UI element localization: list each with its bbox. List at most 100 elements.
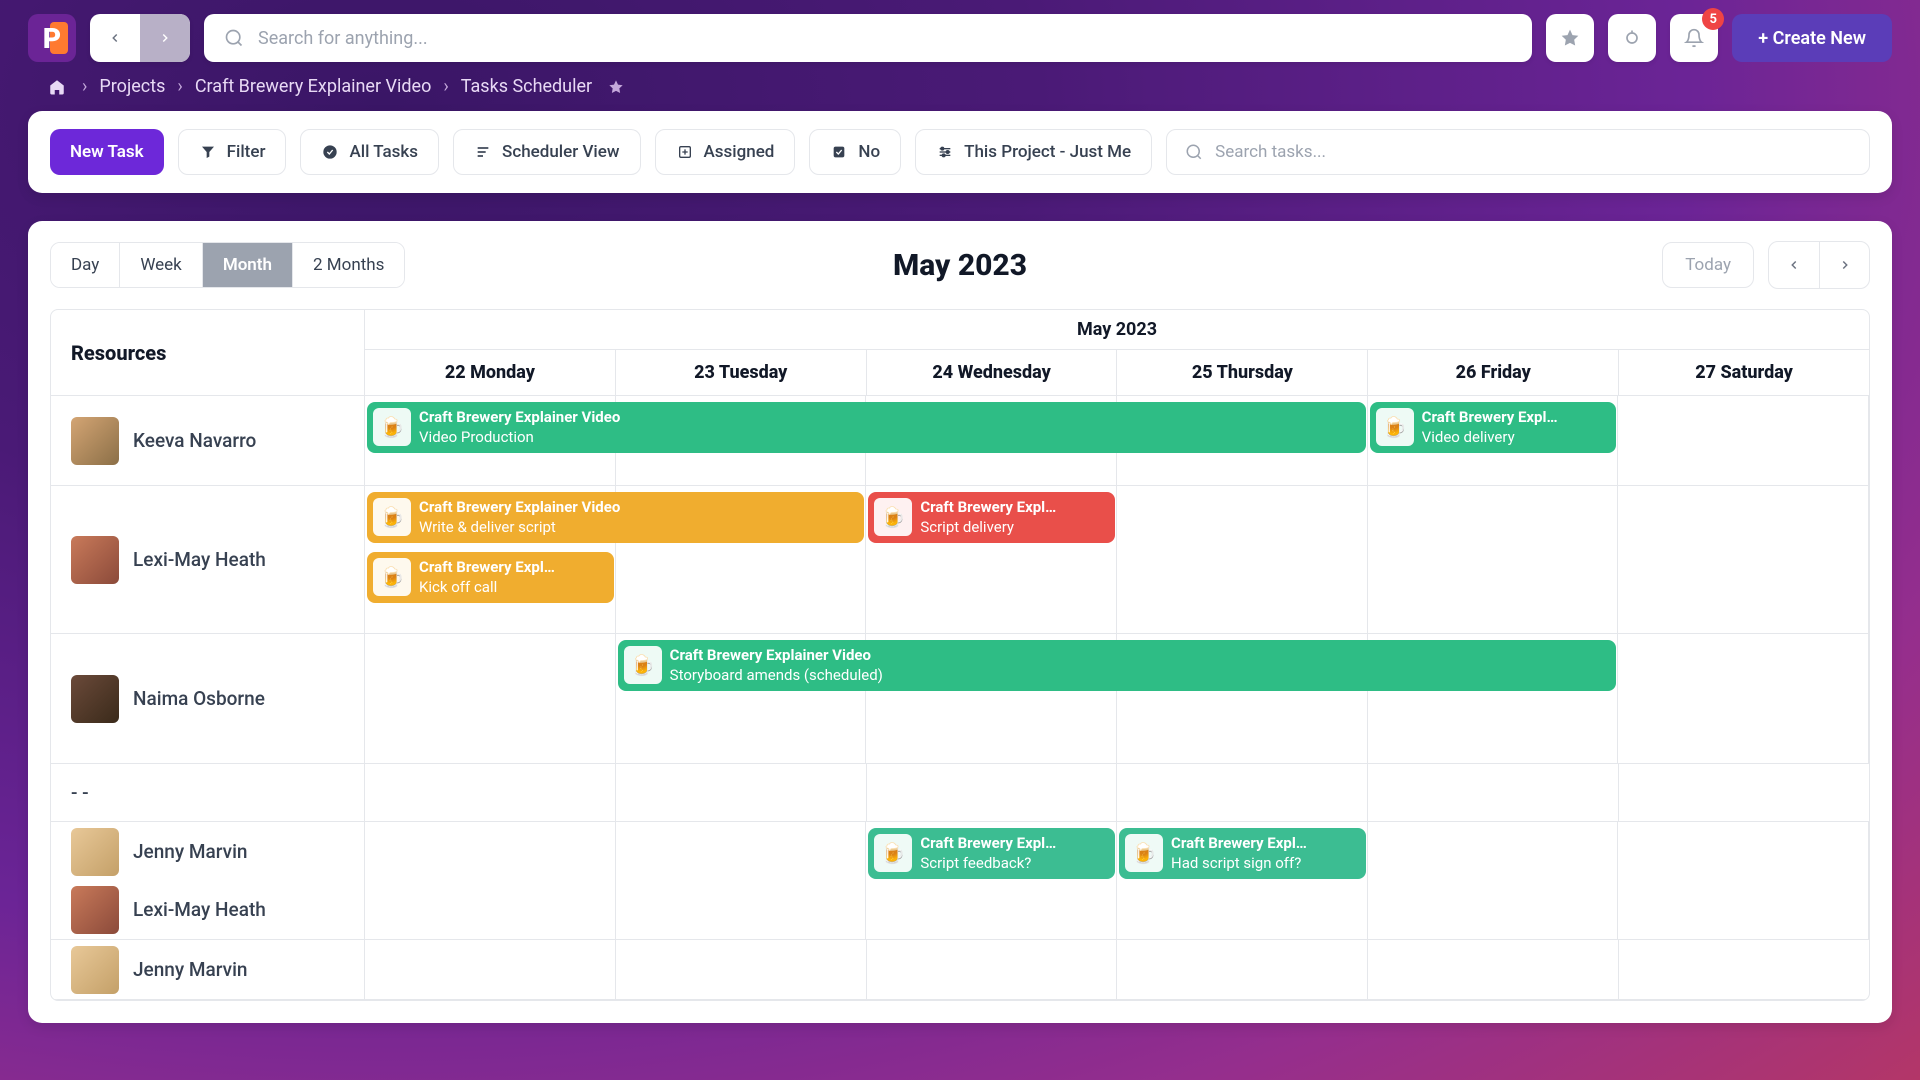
- task-bar[interactable]: 🍺Craft Brewery Expl…Script delivery: [868, 492, 1115, 543]
- today-button[interactable]: Today: [1662, 242, 1754, 288]
- view-week[interactable]: Week: [119, 243, 201, 287]
- calendar-row: [365, 764, 1869, 822]
- create-new-button[interactable]: + Create New: [1732, 14, 1892, 62]
- task-bar[interactable]: 🍺Craft Brewery Expl…Script feedback?: [868, 828, 1115, 879]
- day-cell[interactable]: [365, 940, 616, 999]
- view-2months[interactable]: 2 Months: [292, 243, 404, 287]
- resource-name: Keeva Navarro: [133, 429, 256, 452]
- day-cell[interactable]: [1368, 764, 1619, 821]
- resource-person[interactable]: Lexi-May Heath: [71, 886, 344, 934]
- resource-name: Naima Osborne: [133, 687, 265, 710]
- task-project-icon: 🍺: [624, 646, 662, 684]
- favorite-star-icon[interactable]: [608, 79, 624, 95]
- task-search[interactable]: [1166, 129, 1870, 175]
- favorites-button[interactable]: [1546, 14, 1594, 62]
- day-cell[interactable]: [1368, 940, 1619, 999]
- no-button[interactable]: No: [809, 129, 901, 175]
- task-bar[interactable]: 🍺Craft Brewery Explainer VideoStoryboard…: [618, 640, 1617, 691]
- day-cell[interactable]: [365, 634, 616, 763]
- task-project-icon: 🍺: [373, 498, 411, 536]
- day-cell[interactable]: [1618, 396, 1869, 485]
- prev-period-button[interactable]: [1769, 242, 1819, 288]
- avatar: [71, 536, 119, 584]
- resource-person[interactable]: Naima Osborne: [71, 675, 344, 723]
- resource-row: Keeva Navarro: [51, 396, 364, 486]
- all-tasks-label: All Tasks: [349, 142, 418, 162]
- day-cell[interactable]: [1368, 486, 1619, 633]
- resource-person[interactable]: Jenny Marvin: [71, 946, 344, 994]
- day-cell[interactable]: [1618, 634, 1869, 763]
- day-cell[interactable]: [1117, 940, 1368, 999]
- task-bar[interactable]: 🍺 Craft Brewery Expl…Video delivery: [1370, 402, 1617, 453]
- chevron-right-icon: ›: [82, 76, 87, 97]
- day-cell[interactable]: [365, 764, 616, 821]
- day-cell[interactable]: [867, 940, 1118, 999]
- day-cell[interactable]: [1368, 822, 1619, 939]
- breadcrumb-scheduler[interactable]: Tasks Scheduler: [461, 76, 592, 97]
- day-cell[interactable]: [365, 822, 616, 939]
- scheduler-grid: Resources Keeva NavarroLexi-May HeathNai…: [50, 309, 1870, 1001]
- resource-person[interactable]: Lexi-May Heath: [71, 536, 344, 584]
- filter-button[interactable]: Filter: [178, 129, 287, 175]
- app-logo[interactable]: P: [28, 14, 76, 62]
- task-name-label: Kick off call: [419, 577, 555, 597]
- calendar-row: 🍺Craft Brewery Expl…Script feedback?🍺Cra…: [365, 822, 1869, 940]
- resource-person[interactable]: Jenny Marvin: [71, 828, 344, 876]
- check-circle-icon: [321, 143, 339, 161]
- task-bar[interactable]: 🍺Craft Brewery Expl…Had script sign off?: [1119, 828, 1366, 879]
- global-search[interactable]: [204, 14, 1532, 62]
- task-bar[interactable]: 🍺Craft Brewery Expl…Kick off call: [367, 552, 614, 603]
- task-name-label: Video Production: [419, 427, 620, 447]
- task-project-icon: 🍺: [373, 558, 411, 596]
- next-period-button[interactable]: [1819, 242, 1869, 288]
- resource-name: Jenny Marvin: [133, 840, 248, 863]
- task-search-input[interactable]: [1215, 142, 1851, 162]
- home-icon[interactable]: [48, 78, 66, 96]
- task-bar[interactable]: 🍺Craft Brewery Explainer VideoVideo Prod…: [367, 402, 1366, 453]
- day-cell[interactable]: [616, 822, 867, 939]
- star-icon: [1560, 28, 1580, 48]
- view-month[interactable]: Month: [202, 243, 292, 287]
- assigned-button[interactable]: Assigned: [655, 129, 796, 175]
- calendar-row: 🍺Craft Brewery Explainer VideoStoryboard…: [365, 634, 1869, 764]
- forward-button[interactable]: [140, 14, 190, 62]
- project-scope-button[interactable]: This Project - Just Me: [915, 129, 1152, 175]
- breadcrumb-projects[interactable]: Projects: [99, 76, 165, 97]
- view-segments: Day Week Month 2 Months: [50, 242, 405, 288]
- resource-name: - -: [71, 781, 89, 804]
- task-bar[interactable]: 🍺Craft Brewery Explainer VideoWrite & de…: [367, 492, 864, 543]
- task-project-label: Craft Brewery Expl…: [920, 497, 1056, 517]
- day-cell[interactable]: [1117, 486, 1368, 633]
- chevron-right-icon: [1838, 258, 1852, 272]
- search-input[interactable]: [258, 28, 1512, 49]
- day-cell[interactable]: [867, 764, 1118, 821]
- view-day[interactable]: Day: [51, 243, 119, 287]
- day-cell[interactable]: [616, 764, 867, 821]
- day-cell[interactable]: [1619, 764, 1869, 821]
- day-cell[interactable]: [1619, 940, 1869, 999]
- all-tasks-button[interactable]: All Tasks: [300, 129, 439, 175]
- day-cell[interactable]: [616, 940, 867, 999]
- new-task-button[interactable]: New Task: [50, 129, 164, 175]
- project-scope-label: This Project - Just Me: [964, 142, 1131, 162]
- resource-person[interactable]: - -: [71, 781, 344, 804]
- breadcrumb-project[interactable]: Craft Brewery Explainer Video: [195, 76, 432, 97]
- search-icon: [224, 28, 244, 48]
- notifications-button[interactable]: 5: [1670, 14, 1718, 62]
- scheduler-view-button[interactable]: Scheduler View: [453, 129, 640, 175]
- filter-icon: [199, 143, 217, 161]
- task-project-icon: 🍺: [1376, 408, 1414, 446]
- resource-person[interactable]: Keeva Navarro: [71, 417, 344, 465]
- task-project-label: Craft Brewery Expl…: [1422, 407, 1558, 427]
- resource-row: Lexi-May Heath: [51, 486, 364, 634]
- day-cell[interactable]: [1618, 486, 1869, 633]
- history-nav: [90, 14, 190, 62]
- day-cell[interactable]: [1618, 822, 1869, 939]
- task-name-label: Video delivery: [1422, 427, 1558, 447]
- calendar-month-header: May 2023: [365, 310, 1869, 350]
- back-button[interactable]: [90, 14, 140, 62]
- day-header: 24 Wednesday: [867, 350, 1118, 395]
- task-name-label: Storyboard amends (scheduled): [670, 665, 883, 685]
- day-cell[interactable]: [1117, 764, 1368, 821]
- timer-button[interactable]: [1608, 14, 1656, 62]
